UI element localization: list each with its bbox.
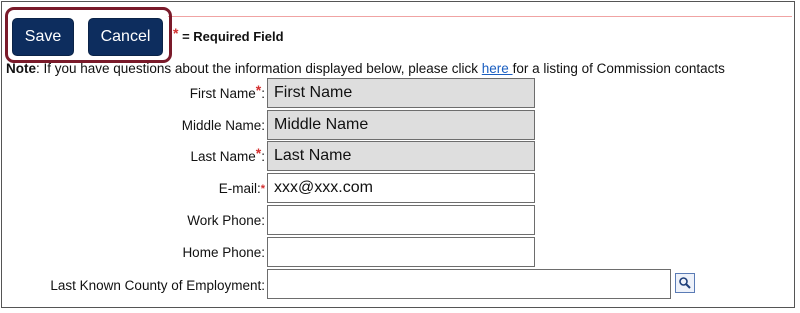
magnifier-icon: [679, 277, 691, 289]
save-button[interactable]: Save: [12, 18, 74, 56]
county-lookup-button[interactable]: [675, 273, 695, 293]
last-name-field[interactable]: Last Name: [267, 141, 535, 171]
note-text-before: : If you have questions about the inform…: [36, 61, 482, 76]
first-name-field[interactable]: First Name: [267, 78, 535, 108]
divider-line: [168, 16, 792, 17]
note-label: Note: [6, 61, 36, 76]
required-star-icon: *: [260, 183, 265, 195]
contacts-link[interactable]: here: [482, 61, 513, 76]
required-field-legend: * = Required Field: [173, 25, 284, 45]
contacts-note: Note: If you have questions about the in…: [6, 61, 725, 76]
work-phone-field[interactable]: [267, 205, 535, 235]
home-phone-label: Home Phone:: [182, 245, 265, 260]
note-text-after: for a listing of Commission contacts: [512, 61, 725, 76]
middle-name-field[interactable]: Middle Name: [267, 110, 535, 140]
required-star-icon: *: [255, 82, 262, 98]
middle-name-label: Middle Name:: [181, 118, 265, 133]
email-field[interactable]: xxx@xxx.com: [267, 173, 535, 203]
required-star-icon: *: [173, 25, 179, 41]
cancel-button[interactable]: Cancel: [88, 18, 163, 56]
county-label: Last Known County of Employment:: [50, 278, 265, 293]
required-legend-text: = Required Field: [182, 29, 284, 44]
required-star-icon: *: [255, 145, 262, 161]
first-name-label: First Name*:: [189, 82, 265, 101]
home-phone-field[interactable]: [267, 237, 535, 267]
county-field[interactable]: [267, 269, 671, 299]
email-label: E-mail:*: [218, 181, 265, 196]
last-name-label: Last Name*:: [190, 145, 266, 164]
work-phone-label: Work Phone:: [187, 213, 265, 228]
